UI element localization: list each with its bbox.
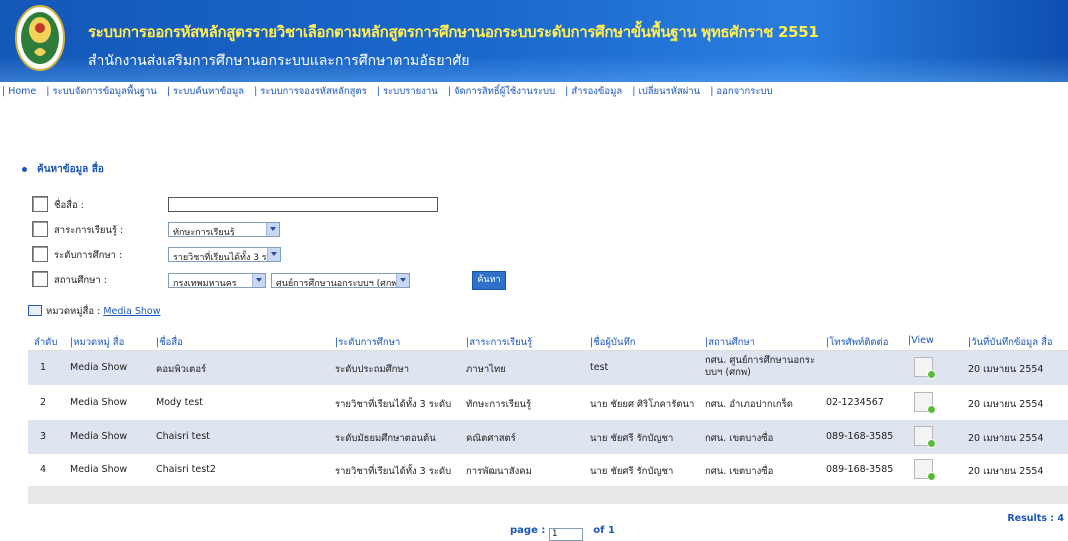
level-label: ระดับการศึกษา : — [54, 250, 123, 261]
media-name-checkbox[interactable] — [32, 196, 48, 212]
chevron-down-icon — [252, 274, 265, 287]
cell-no: 1 — [40, 362, 47, 373]
cell-date: 20 เมษายน 2554 — [968, 364, 1044, 375]
table-row: 3 Media Show Chaisri test ระดับมัธยมศึกษ… — [28, 420, 1068, 454]
nav-logout[interactable]: ออกจากระบบ — [716, 86, 772, 97]
cell-level: รายวิชาที่เรียนได้ทั้ง 3 ระดับ — [335, 399, 452, 410]
col-header-school[interactable]: |สถานศึกษา — [705, 335, 755, 350]
subject-select[interactable]: ทักษะการเรียนรู้ — [168, 222, 280, 237]
col-header-date[interactable]: |วันที่บันทึกข้อมูล สื่อ — [968, 335, 1053, 350]
header-banner: ระบบการออกรหัสหลักสูตรรายวิชาเลือกตามหลั… — [0, 0, 1068, 82]
school-label: สถานศึกษา : — [54, 275, 107, 286]
pagination: page : 1 of 1 — [510, 525, 615, 541]
cell-subject: คณิตศาสตร์ — [466, 433, 516, 444]
chevron-down-icon — [266, 223, 279, 236]
cell-school: กศน. ศูนย์การศึกษานอกระบบฯ (ศกพ) — [705, 355, 816, 378]
cell-no: 4 — [40, 464, 47, 475]
col-header-recorder[interactable]: |ชื่อผู้บันทึก — [590, 335, 635, 350]
cell-name: Chaisri test — [156, 431, 210, 442]
system-title: ระบบการออกรหัสหลักสูตรรายวิชาเลือกตามหลั… — [88, 23, 819, 41]
nav-reports[interactable]: ระบบรายงาน — [383, 86, 438, 97]
page-label: page : — [510, 525, 546, 536]
nav-home[interactable]: Home — [8, 86, 36, 97]
cell-no: 3 — [40, 431, 47, 442]
table-row: 2 Media Show Mody test รายวิชาที่เรียนได… — [28, 386, 1068, 420]
cell-no: 2 — [40, 397, 47, 408]
level-select[interactable]: รายวิชาที่เรียนได้ทั้ง 3 ระดับ — [168, 247, 281, 262]
page-total: of 1 — [593, 525, 615, 536]
top-nav: | Home | ระบบจัดการข้อมูลพื้นฐาน | ระบบค้นห… — [2, 86, 773, 97]
col-header-name[interactable]: |ชื่อสื่อ — [156, 335, 183, 350]
nav-search-data[interactable]: ระบบค้นหาข้อมูล — [173, 86, 244, 97]
cell-name: Chaisri test2 — [156, 464, 216, 475]
view-document-icon[interactable] — [914, 357, 936, 379]
subject-label: สาระการเรียนรู้ : — [54, 225, 124, 236]
col-header-phone[interactable]: |โทรศัพท์ติดต่อ — [826, 335, 888, 350]
table-row: 4 Media Show Chaisri test2 รายวิชาที่เรี… — [28, 453, 1068, 487]
bullet-icon — [22, 166, 27, 172]
view-document-icon[interactable] — [914, 426, 936, 448]
cell-subject: ภาษาไทย — [466, 364, 506, 375]
subject-checkbox[interactable] — [32, 221, 48, 237]
table-footer — [28, 486, 1068, 504]
cell-recorder: test — [590, 362, 609, 373]
category-link[interactable]: Media Show — [103, 306, 160, 317]
cell-date: 20 เมษายน 2554 — [968, 466, 1044, 477]
cell-subject: ทักษะการเรียนรู้ — [466, 399, 532, 410]
col-header-level[interactable]: |ระดับการศึกษา — [335, 335, 400, 350]
ministry-emblem-logo — [15, 5, 65, 71]
cell-name: คอมพิวเตอร์ — [156, 364, 207, 375]
cell-category: Media Show — [70, 431, 128, 442]
chevron-down-icon — [267, 248, 280, 261]
cell-level: ระดับประถมศึกษา — [335, 364, 410, 375]
organization-subtitle: สำนักงานส่งเสริมการศึกษานอกระบบและการศึก… — [88, 53, 470, 69]
col-header-category[interactable]: |หมวดหมู่ สื่อ — [70, 335, 124, 350]
category-line: หมวดหมู่สื่อ : Media Show — [28, 304, 161, 319]
center-select[interactable]: ศูนย์การศึกษานอกระบบฯ (ศกพ) — [271, 273, 410, 288]
cell-school: กศน. เขตบางซื่อ — [705, 466, 774, 477]
chevron-down-icon — [396, 274, 409, 287]
media-name-label: ชื่อสื่อ : — [54, 200, 84, 211]
folder-icon — [28, 305, 42, 316]
cell-name: Mody test — [156, 397, 203, 408]
col-header-subject[interactable]: |สาระการเรียนรู้ — [466, 335, 532, 350]
page-number-input[interactable]: 1 — [548, 528, 583, 541]
table-row: 1 Media Show คอมพิวเตอร์ ระดับประถมศึกษา… — [28, 351, 1068, 385]
cell-recorder: นาย ชัยยศ ศิริโภคารัตนา — [590, 399, 695, 410]
cell-date: 20 เมษายน 2554 — [968, 399, 1044, 410]
col-header-view[interactable]: |View — [908, 335, 934, 346]
cell-school: กศน. เขตบางซื่อ — [705, 433, 774, 444]
nav-course-booking[interactable]: ระบบการจองรหัสหลักสูตร — [260, 86, 366, 97]
cell-subject: การพัฒนาสังคม — [466, 466, 532, 477]
view-document-icon[interactable] — [914, 392, 936, 414]
category-label: หมวดหมู่สื่อ : — [46, 306, 101, 317]
level-checkbox[interactable] — [32, 246, 48, 262]
search-button[interactable]: ค้นหา — [472, 271, 506, 290]
school-checkbox[interactable] — [32, 271, 48, 287]
view-document-icon[interactable] — [914, 459, 936, 481]
results-count: Results : 4 — [1007, 513, 1064, 524]
cell-date: 20 เมษายน 2554 — [968, 433, 1044, 444]
cell-phone: 089-168-3585 — [826, 464, 894, 475]
cell-level: ระดับมัธยมศึกษาตอนต้น — [335, 433, 436, 444]
cell-category: Media Show — [70, 362, 128, 373]
cell-level: รายวิชาที่เรียนได้ทั้ง 3 ระดับ — [335, 466, 452, 477]
cell-category: Media Show — [70, 397, 128, 408]
cell-recorder: นาย ชัยศรี รักบัญชา — [590, 466, 674, 477]
cell-school: กศน. อำเภอปากเกร็ด — [705, 399, 793, 410]
nav-change-password[interactable]: เปลี่ยนรหัสผ่าน — [638, 86, 700, 97]
nav-user-rights[interactable]: จัดการสิทธิ์ผู้ใช้งานระบบ — [454, 86, 555, 97]
nav-backup[interactable]: สำรองข้อมูล — [571, 86, 622, 97]
cell-phone: 089-168-3585 — [826, 431, 894, 442]
cell-phone: 02-1234567 — [826, 397, 884, 408]
col-header-no[interactable]: ลำดับ — [34, 335, 57, 350]
table-header: ลำดับ |หมวดหมู่ สื่อ |ชื่อสื่อ |ระดับการ… — [28, 332, 1068, 351]
media-name-input[interactable] — [168, 197, 438, 212]
province-select[interactable]: กรุงเทพมหานคร — [168, 273, 266, 288]
search-section-heading: ค้นหาข้อมูล สื่อ — [22, 162, 104, 177]
cell-category: Media Show — [70, 464, 128, 475]
cell-recorder: นาย ชัยศรี รักบัญชา — [590, 433, 674, 444]
nav-basic-data[interactable]: ระบบจัดการข้อมูลพื้นฐาน — [53, 86, 157, 97]
